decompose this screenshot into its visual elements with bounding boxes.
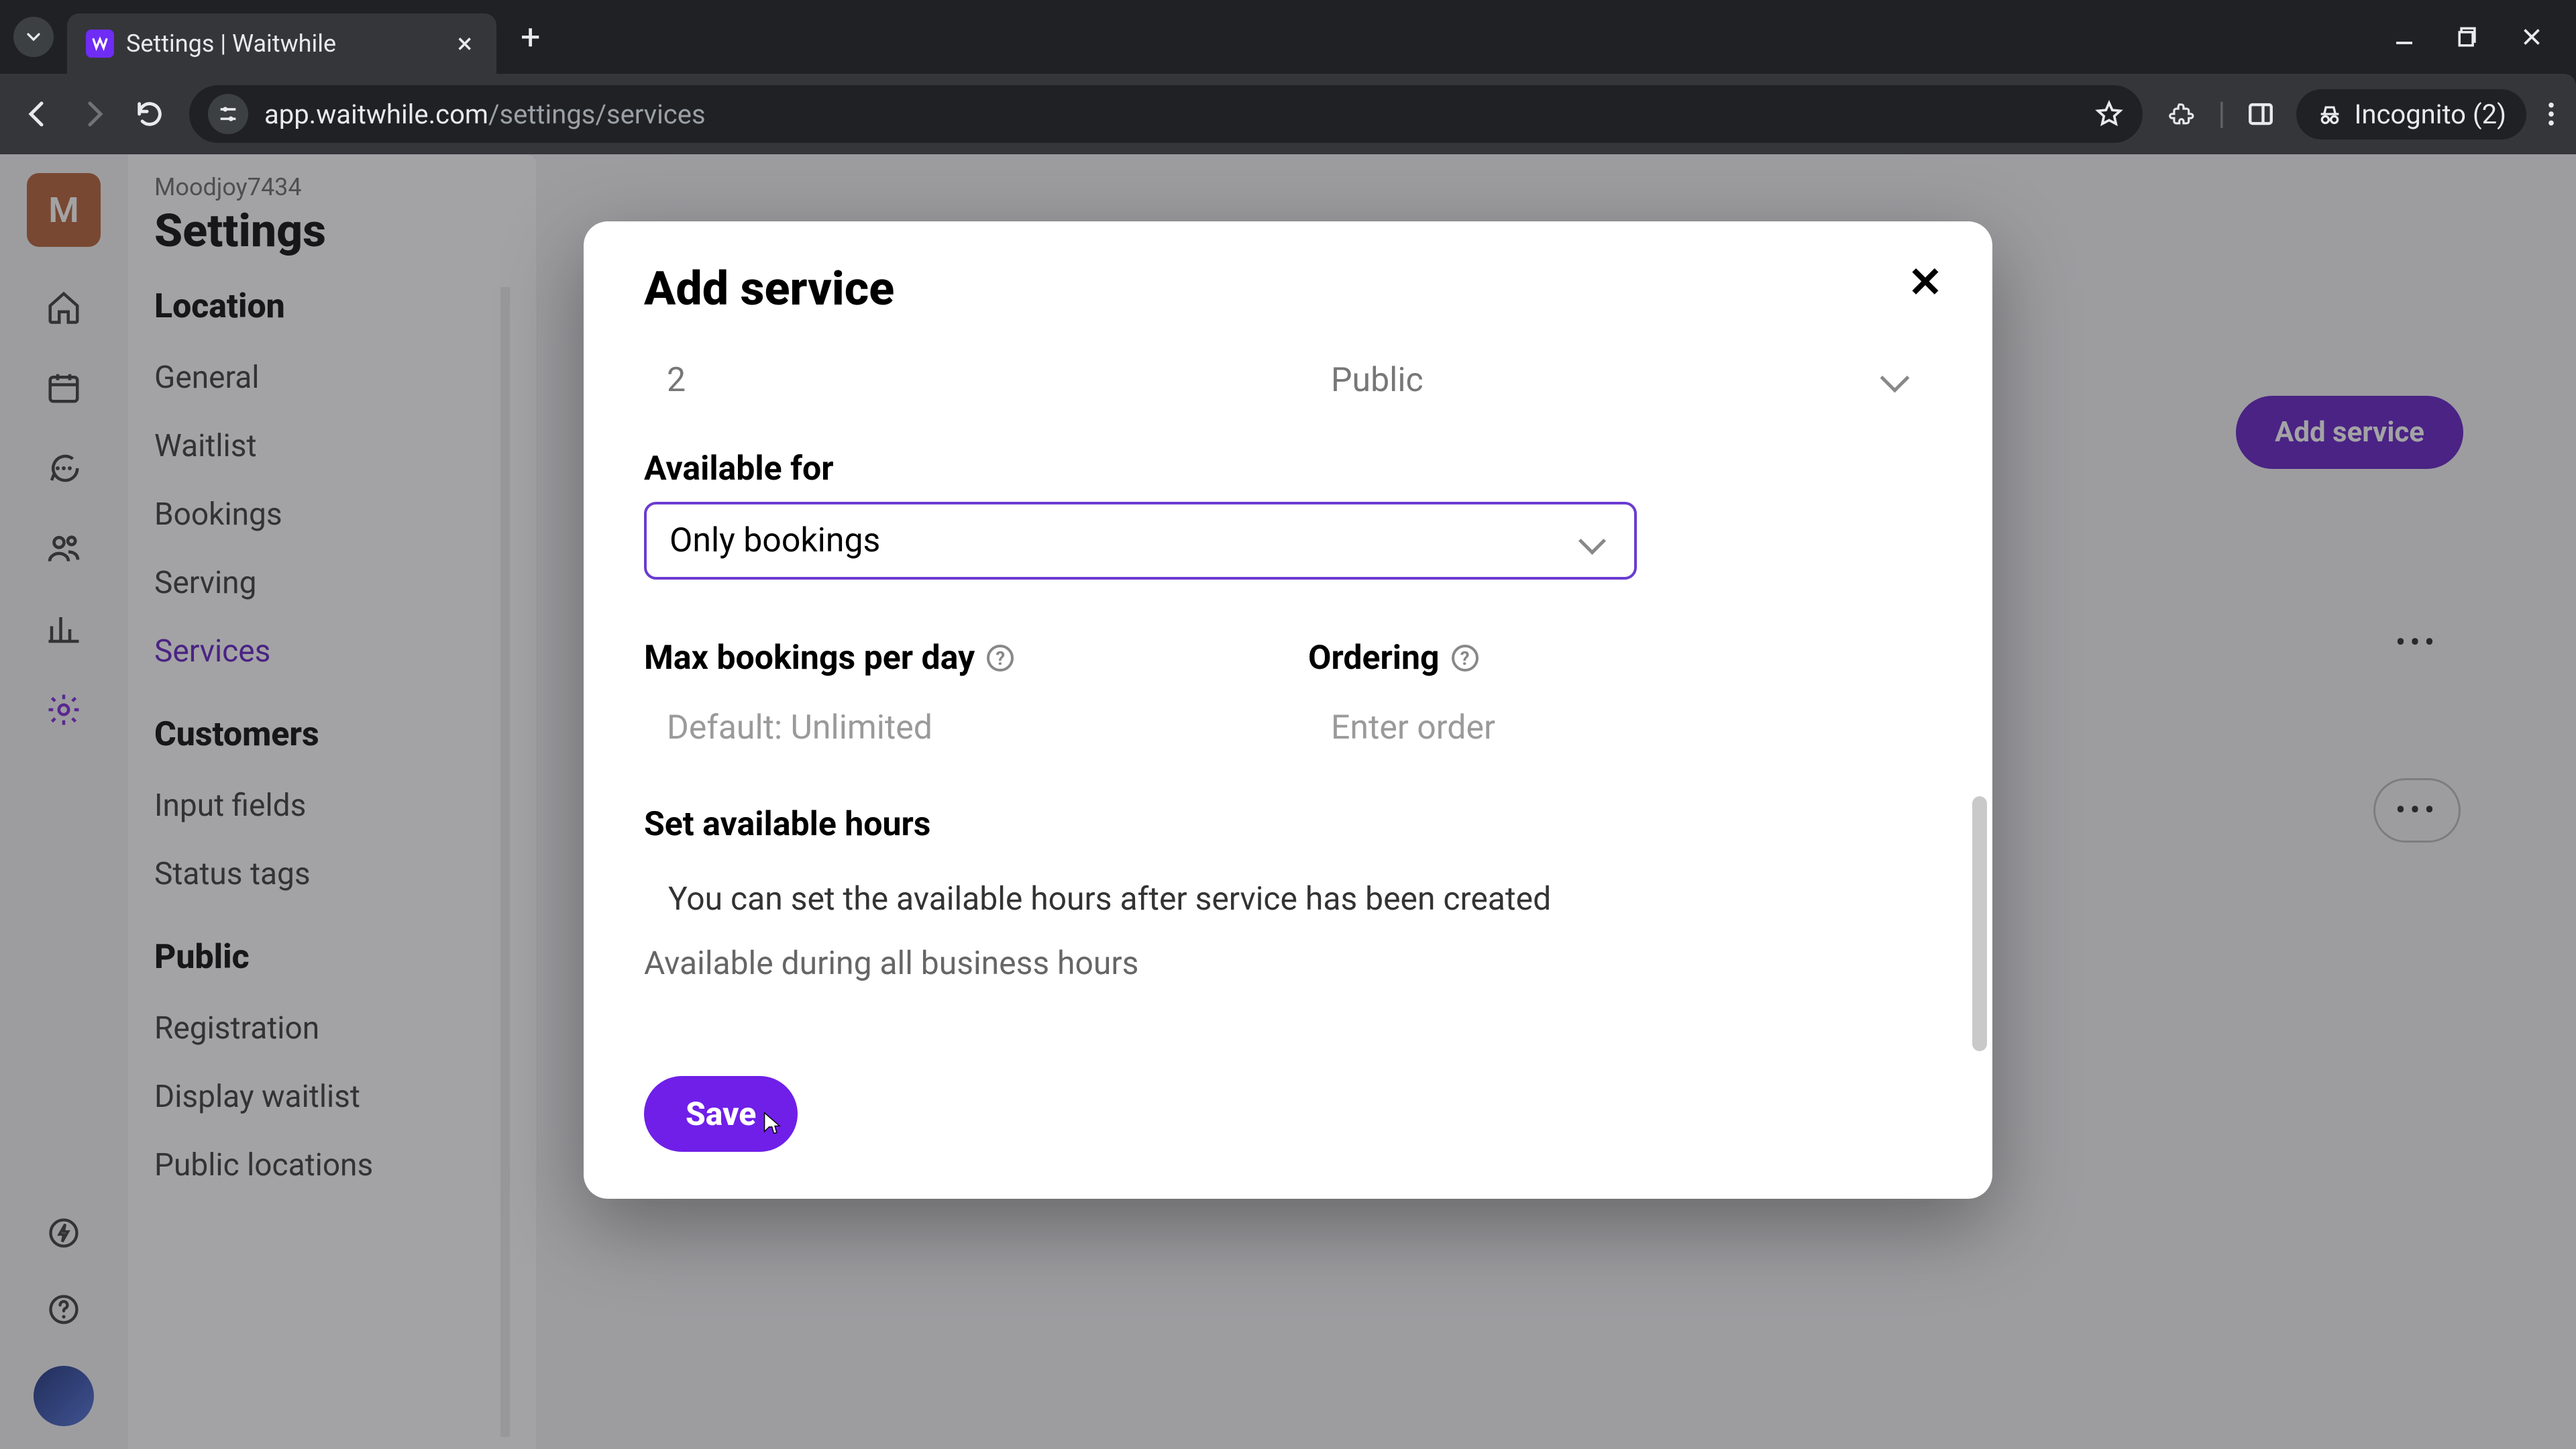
address-bar-row: app.waitwhile.com/settings/services | In… <box>0 74 2576 154</box>
tune-icon <box>217 103 239 125</box>
browser-tab[interactable]: Settings | Waitwhile × <box>67 13 496 74</box>
hours-note: You can set the available hours after se… <box>668 877 1580 921</box>
close-window-button[interactable] <box>2520 25 2544 49</box>
add-service-modal: Add service ✕ 2 Public Available for Onl… <box>584 221 1992 1199</box>
partial-input-top-left[interactable]: 2 <box>644 343 1268 417</box>
site-info-button[interactable] <box>208 94 248 134</box>
tab-strip: Settings | Waitwhile × + <box>0 0 2576 74</box>
help-icon[interactable]: ? <box>1452 645 1479 672</box>
partial-select-top-right[interactable]: Public <box>1308 343 1932 417</box>
waitwhile-favicon <box>86 30 114 58</box>
minimize-button[interactable] <box>2392 25 2416 49</box>
extensions-button[interactable] <box>2167 99 2196 129</box>
max-bookings-input[interactable]: Default: Unlimited <box>644 691 1268 765</box>
help-icon[interactable]: ? <box>987 645 1014 672</box>
tab-search-dropdown[interactable] <box>13 17 54 57</box>
maximize-button[interactable] <box>2457 25 2479 48</box>
new-tab-button[interactable]: + <box>521 17 541 58</box>
modal-close-button[interactable]: ✕ <box>1908 258 1943 307</box>
label-available-for: Available for <box>644 449 1932 488</box>
ordering-input[interactable]: Enter order <box>1308 691 1932 765</box>
kebab-icon <box>2548 101 2555 127</box>
modal-title: Add service <box>644 262 1932 317</box>
scrollbar-thumb[interactable] <box>1972 796 1987 1051</box>
puzzle-icon <box>2167 99 2196 129</box>
bookmark-button[interactable] <box>2094 99 2124 129</box>
reload-button[interactable] <box>134 99 165 129</box>
back-button[interactable] <box>21 98 54 130</box>
label-ordering: Ordering? <box>1308 639 1932 678</box>
incognito-icon <box>2316 101 2343 127</box>
url-text: app.waitwhile.com/settings/services <box>264 99 706 130</box>
hours-subtext: Available during all business hours <box>644 944 1932 982</box>
label-set-hours: Set available hours <box>644 805 1932 844</box>
address-bar[interactable]: app.waitwhile.com/settings/services <box>189 85 2143 143</box>
incognito-indicator[interactable]: Incognito (2) <box>2296 89 2526 140</box>
available-for-select[interactable]: Only bookings <box>644 502 1637 580</box>
label-max-bookings: Max bookings per day? <box>644 639 1268 678</box>
modal-scrollbar[interactable] <box>1972 382 1987 1172</box>
chrome-menu-button[interactable] <box>2548 101 2555 127</box>
side-panel-button[interactable] <box>2247 100 2275 128</box>
panel-icon <box>2247 100 2275 128</box>
cursor-icon <box>759 1111 782 1139</box>
star-icon <box>2094 99 2124 129</box>
save-button[interactable]: Save <box>644 1076 798 1152</box>
incognito-label: Incognito (2) <box>2354 99 2506 130</box>
tab-title: Settings | Waitwhile <box>126 30 336 58</box>
window-controls <box>2392 25 2576 49</box>
chevron-down-icon <box>23 26 44 48</box>
forward-button[interactable] <box>78 98 110 130</box>
tab-close-button[interactable]: × <box>452 28 478 60</box>
